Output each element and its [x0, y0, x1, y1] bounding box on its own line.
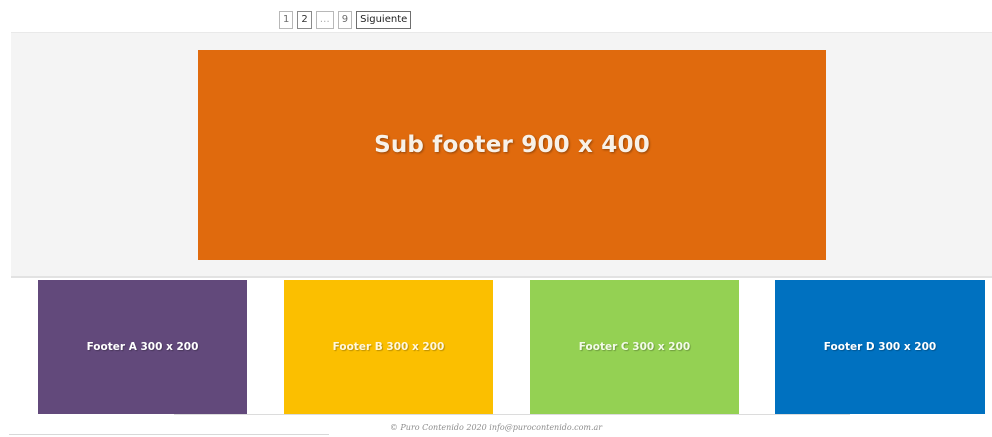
- bottom-left-divider: [9, 434, 329, 435]
- footer-divider: [174, 414, 850, 415]
- pagination-ellipsis: …: [315, 11, 334, 29]
- footer-a-banner[interactable]: Footer A 300 x 200: [38, 280, 247, 414]
- page-link-2[interactable]: 2: [297, 11, 312, 29]
- next-page-button[interactable]: Siguiente: [356, 11, 412, 29]
- footer-c-banner[interactable]: Footer C 300 x 200: [530, 280, 739, 414]
- page-link-1[interactable]: 1: [279, 11, 294, 29]
- copyright-text: © Puro Contenido 2020 info@purocontenido…: [389, 423, 603, 432]
- subfooter-banner[interactable]: Sub footer 900 x 400: [198, 50, 826, 260]
- footer-d-banner[interactable]: Footer D 300 x 200: [775, 280, 985, 414]
- footer-c-label: Footer C 300 x 200: [578, 341, 691, 353]
- page-link-9[interactable]: 9: [337, 11, 353, 29]
- footer-a-label: Footer A 300 x 200: [86, 341, 199, 353]
- page: 1 2 … 9 Siguiente Sub footer 900 x 400 F…: [0, 0, 992, 437]
- footer-b-label: Footer B 300 x 200: [332, 341, 445, 353]
- subfooter-banner-label: Sub footer 900 x 400: [374, 132, 650, 158]
- footer-b-banner[interactable]: Footer B 300 x 200: [284, 280, 493, 414]
- pagination: 1 2 … 9 Siguiente: [279, 11, 412, 29]
- footer-d-label: Footer D 300 x 200: [823, 341, 937, 353]
